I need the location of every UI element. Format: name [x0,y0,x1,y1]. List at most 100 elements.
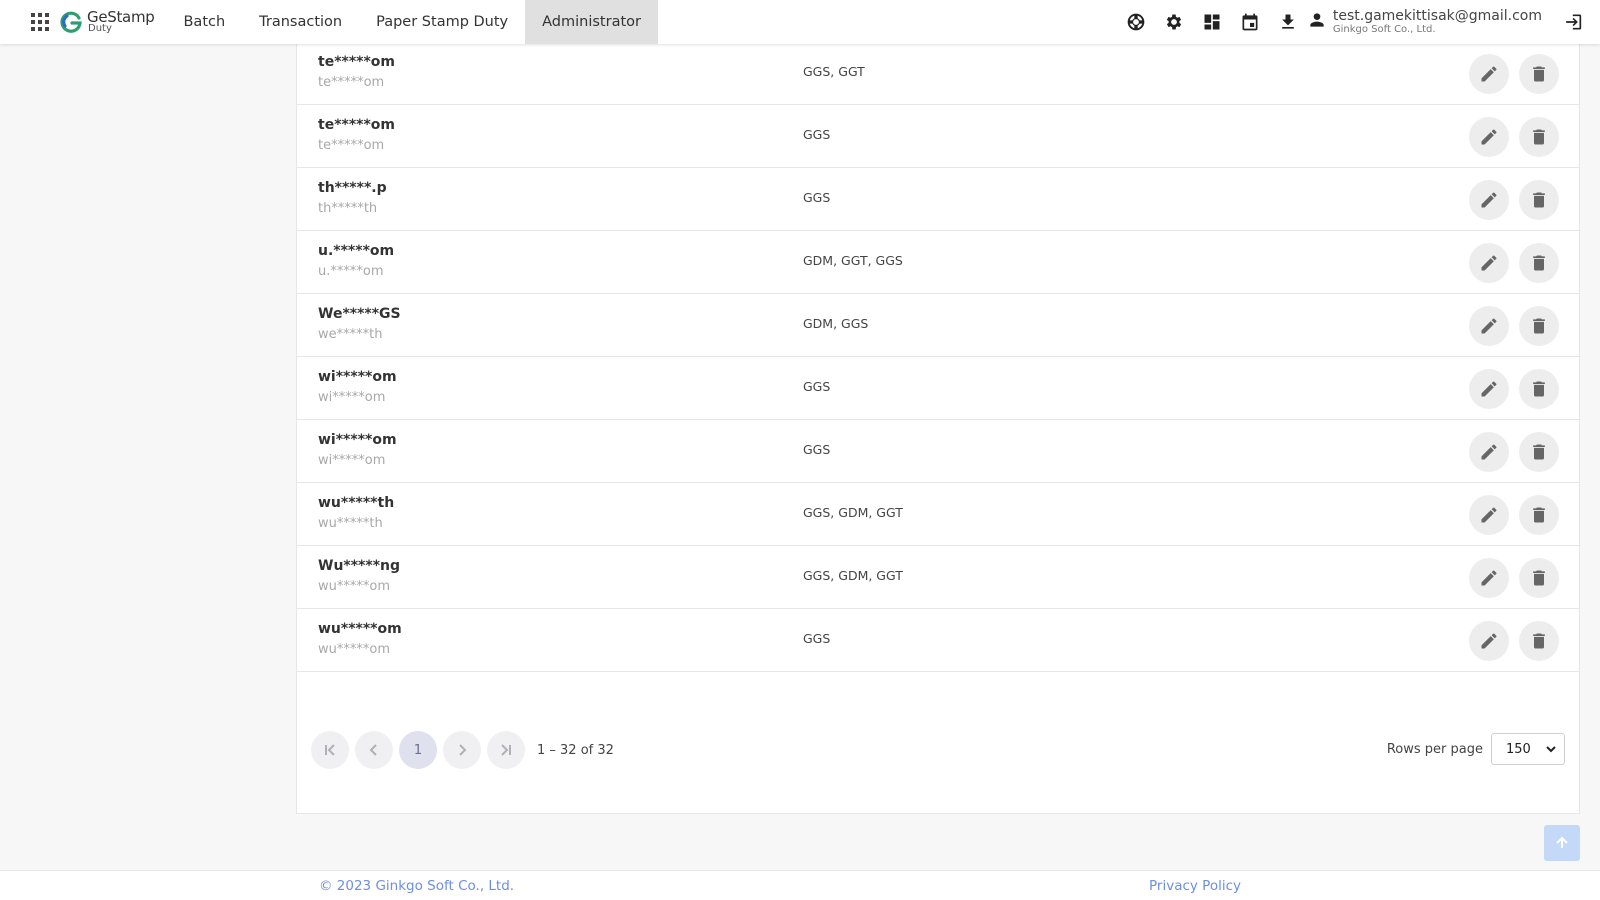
logout-icon[interactable] [1562,12,1582,32]
user-account: u.*****om [318,264,384,279]
delete-button[interactable] [1519,621,1559,661]
first-page-icon [325,744,335,756]
trash-icon [1529,379,1549,399]
user-display-name: wi*****om [318,369,397,385]
trash-icon [1529,127,1549,147]
scroll-to-top-button[interactable] [1544,825,1580,861]
table-row: wi*****om wi*****om GGS [297,357,1579,420]
user-display-name: We*****GS [318,306,401,322]
top-bar: GeStamp Duty Batch Transaction Paper Sta… [0,0,1600,44]
footer-copyright: © 2023 Ginkgo Soft Co., Ltd. [319,878,515,894]
edit-button[interactable] [1469,180,1509,220]
pencil-icon [1479,253,1499,273]
edit-button[interactable] [1469,306,1509,346]
support-icon[interactable] [1126,12,1146,32]
rows-per-page: Rows per page 150 [1387,733,1565,765]
user-account: wu*****om [318,642,390,657]
edit-button[interactable] [1469,558,1509,598]
settings-icon[interactable] [1164,12,1184,32]
pencil-icon [1479,442,1499,462]
nav-batch[interactable]: Batch [166,0,242,44]
edit-button[interactable] [1469,369,1509,409]
user-account: we*****th [318,327,383,342]
edit-button[interactable] [1469,117,1509,157]
user-groups: GGS [803,631,831,646]
pencil-icon [1479,568,1499,588]
user-account: te*****om [318,138,385,153]
user-account: wi*****om [318,390,386,405]
trash-icon [1529,64,1549,84]
delete-button[interactable] [1519,54,1559,94]
user-groups: GGS, GGT [803,64,865,79]
edit-button[interactable] [1469,432,1509,472]
table-row: u.*****om u.*****om GDM, GGT, GGS [297,231,1579,294]
trash-icon [1529,253,1549,273]
user-groups: GGS, GDM, GGT [803,505,903,520]
last-page-icon [501,744,511,756]
chevron-left-icon [369,744,377,756]
user-display-name: wi*****om [318,432,397,448]
delete-button[interactable] [1519,432,1559,472]
nav-paper-stamp-duty[interactable]: Paper Stamp Duty [359,0,525,44]
apps-grid-icon[interactable] [31,13,49,31]
user-groups: GGS [803,379,831,394]
trash-icon [1529,631,1549,651]
rows-per-page-select[interactable]: 150 [1491,733,1565,765]
user-groups: GGS [803,442,831,457]
first-page-button[interactable] [311,731,349,769]
user-account: wi*****om [318,453,386,468]
trash-icon [1529,442,1549,462]
user-groups: GGS [803,190,831,205]
table-row: th*****.p th*****th GGS [297,168,1579,231]
user-menu[interactable]: test.gamekittisak@gmail.com Ginkgo Soft … [1307,8,1542,36]
trash-icon [1529,568,1549,588]
delete-button[interactable] [1519,558,1559,598]
delete-button[interactable] [1519,243,1559,283]
table-row: te*****om te*****om GGS, GGT [297,42,1579,105]
table-row: Wu*****ng wu*****om GGS, GDM, GGT [297,546,1579,609]
pencil-icon [1479,631,1499,651]
edit-button[interactable] [1469,621,1509,661]
next-page-button[interactable] [443,731,481,769]
last-page-button[interactable] [487,731,525,769]
previous-page-button[interactable] [355,731,393,769]
table-row: wu*****th wu*****th GGS, GDM, GGT [297,483,1579,546]
footer: © 2023 Ginkgo Soft Co., Ltd. Privacy Pol… [0,870,1600,900]
nav-transaction[interactable]: Transaction [242,0,359,44]
delete-button[interactable] [1519,369,1559,409]
pagination: 1 1 – 32 of 32 [311,731,614,769]
user-account: wu*****om [318,579,390,594]
pencil-icon [1479,127,1499,147]
delete-button[interactable] [1519,495,1559,535]
rows-per-page-label: Rows per page [1386,741,1483,757]
user-display-name: u.*****om [318,243,395,259]
nav-administrator[interactable]: Administrator [525,0,658,44]
user-account: wu*****th [318,516,383,531]
dashboard-icon[interactable] [1202,12,1222,32]
trash-icon [1529,316,1549,336]
delete-button[interactable] [1519,180,1559,220]
app-logo[interactable]: GeStamp Duty [59,10,155,34]
page-button-current[interactable]: 1 [399,731,437,769]
edit-button[interactable] [1469,54,1509,94]
pencil-icon [1479,505,1499,525]
trash-icon [1529,190,1549,210]
table-row: We*****GS we*****th GDM, GGS [297,294,1579,357]
user-groups: GGS [803,127,831,142]
edit-button[interactable] [1469,495,1509,535]
user-icon [1307,10,1327,34]
calendar-icon[interactable] [1240,12,1260,32]
table-row: te*****om te*****om GGS [297,105,1579,168]
pencil-icon [1479,64,1499,84]
download-icon[interactable] [1278,12,1298,32]
user-display-name: wu*****th [318,495,395,511]
chevron-right-icon [459,744,467,756]
delete-button[interactable] [1519,306,1559,346]
privacy-policy-link[interactable]: Privacy Policy [1149,878,1241,894]
table-row: wu*****om wu*****om GGS [297,609,1579,672]
delete-button[interactable] [1519,117,1559,157]
pencil-icon [1479,379,1499,399]
user-display-name: te*****om [318,54,395,70]
edit-button[interactable] [1469,243,1509,283]
chevron-down-icon [1546,746,1556,753]
